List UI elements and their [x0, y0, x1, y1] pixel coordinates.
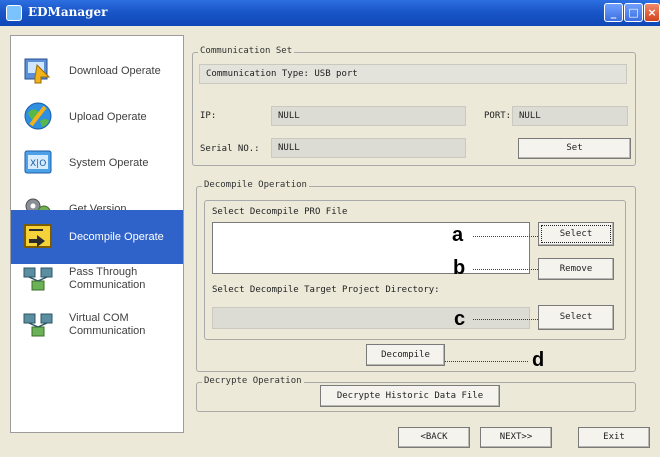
close-icon: ×: [647, 6, 657, 19]
decrypte-historic-data-button[interactable]: Decrypte Historic Data File: [320, 385, 500, 407]
sidebar-item-label: Upload Operate: [69, 111, 147, 123]
callout-leader-c: [473, 319, 538, 320]
sidebar-item-label: Download Operate: [69, 65, 161, 77]
serial-field[interactable]: NULL: [271, 138, 466, 158]
callout-label-d: d: [532, 349, 545, 371]
decompile-operation-title: Decompile Operation: [202, 180, 309, 190]
download-icon: [24, 58, 51, 84]
serial-label: Serial NO.:: [200, 144, 260, 154]
communication-type-label: Communication Type:: [206, 69, 309, 79]
maximize-button[interactable]: □: [624, 3, 643, 22]
decompile-folder-icon: [24, 224, 52, 248]
svg-text:X|O: X|O: [30, 159, 46, 169]
sidebar-item-label-line: Virtual COM: [69, 312, 129, 324]
remove-file-button[interactable]: Remove: [538, 258, 614, 280]
next-button[interactable]: NEXT>>: [480, 427, 552, 448]
sidebar-item-virtual-com-communication[interactable]: Virtual COM Communication: [11, 302, 183, 348]
target-directory-label: Select Decompile Target Project Director…: [212, 285, 440, 295]
communication-set-title: Communication Set: [198, 46, 295, 56]
target-directory-field[interactable]: [212, 307, 530, 329]
maximize-icon: □: [628, 6, 639, 19]
edmanager-window: EDManager _ □ × Download Operate Upload …: [0, 0, 660, 457]
communication-type-value: USB port: [314, 69, 358, 79]
sidebar-item-system-operate[interactable]: X|O System Operate: [11, 140, 183, 186]
sidebar-item-label: System Operate: [69, 157, 149, 169]
select-file-button[interactable]: Select: [538, 222, 614, 246]
window-title: EDManager: [28, 5, 108, 19]
upload-globe-icon: [24, 102, 52, 130]
minimize-icon: _: [610, 6, 617, 19]
callout-leader-d: [445, 361, 528, 362]
callout-label-c: c: [454, 308, 466, 330]
sidebar-item-download-operate[interactable]: Download Operate: [11, 48, 183, 94]
sidebar-item-label: Pass Through Communication: [69, 266, 145, 292]
ip-field[interactable]: NULL: [271, 106, 466, 126]
sidebar-item-pass-through-communication[interactable]: Pass Through Communication: [11, 256, 183, 302]
sidebar-item-label-line: Communication: [69, 279, 146, 291]
network-icon: [23, 313, 53, 337]
communication-type-field: Communication Type: USB port: [199, 64, 627, 84]
sidebar-item-upload-operate[interactable]: Upload Operate: [11, 94, 183, 140]
set-button[interactable]: Set: [518, 138, 631, 159]
app-icon: [6, 5, 22, 21]
select-directory-button[interactable]: Select: [538, 305, 614, 330]
minimize-button[interactable]: _: [604, 3, 623, 22]
callout-leader-a: [473, 236, 538, 237]
sidebar-item-label: Virtual COM Communication: [69, 312, 145, 338]
sidebar-item-label: Decompile Operate: [69, 231, 164, 243]
sidebar-nav: Download Operate Upload Operate X|O Syst…: [10, 35, 184, 433]
sidebar-item-label-line: Communication: [69, 325, 146, 337]
system-icon: X|O: [24, 150, 52, 174]
callout-label-a: a: [452, 224, 464, 246]
sidebar-item-label-line: Pass Through: [69, 266, 138, 278]
decompile-file-list[interactable]: [212, 222, 530, 274]
decompile-button[interactable]: Decompile: [366, 344, 445, 366]
title-bar[interactable]: EDManager _ □ ×: [0, 0, 660, 26]
ip-label: IP:: [200, 111, 217, 121]
decrypte-operation-title: Decrypte Operation: [202, 376, 304, 386]
callout-leader-b: [473, 269, 538, 270]
back-button[interactable]: <BACK: [398, 427, 470, 448]
port-field[interactable]: NULL: [512, 106, 628, 126]
port-label: PORT:: [484, 111, 512, 121]
exit-button[interactable]: Exit: [578, 427, 650, 448]
decompile-file-label: Select Decompile PRO File: [212, 207, 348, 217]
network-icon: [23, 267, 53, 291]
callout-label-b: b: [453, 257, 466, 279]
close-button[interactable]: ×: [644, 3, 660, 22]
